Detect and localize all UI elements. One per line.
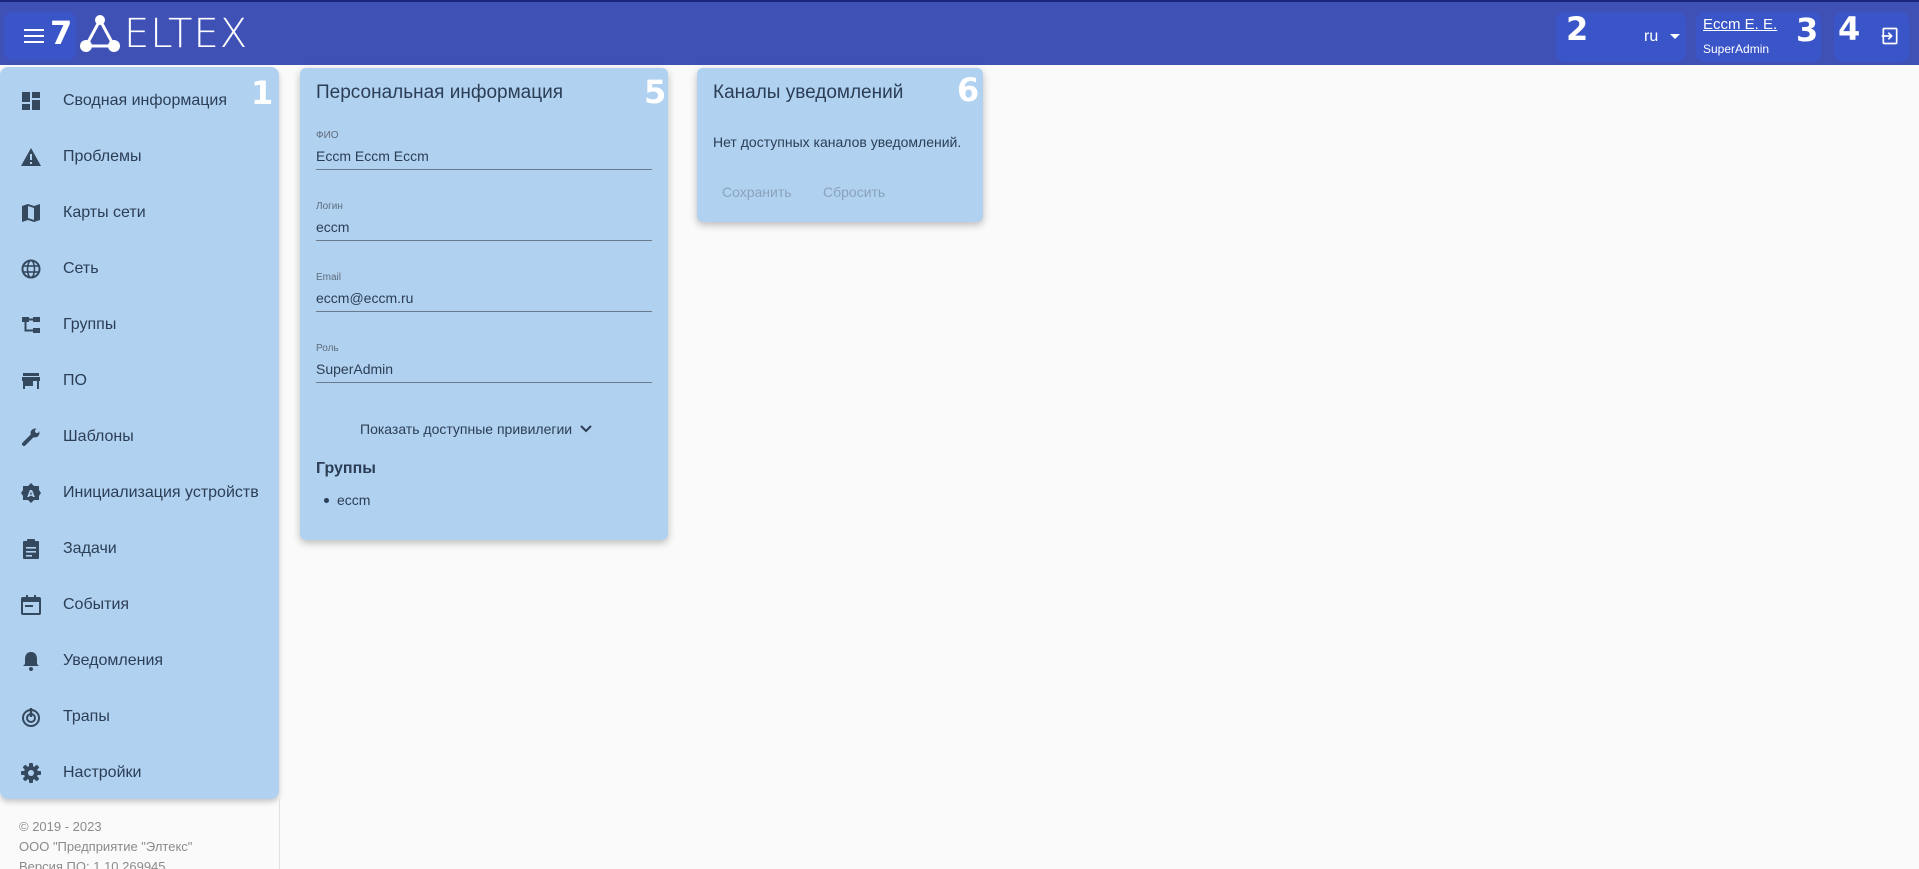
chevron-down-icon: [580, 425, 592, 433]
sidebar-item-label: Уведомления: [63, 652, 164, 669]
svg-text:A: A: [27, 489, 35, 500]
sidebar-item-label: Трапы: [63, 708, 110, 725]
show-privileges-button[interactable]: Показать доступные привилегии: [360, 421, 592, 437]
logout-icon: [1881, 27, 1898, 45]
warning-icon: [20, 146, 42, 168]
wrench-icon: [20, 426, 42, 448]
sidebar-item-label: Карты сети: [63, 204, 146, 221]
clipboard-icon: [20, 538, 42, 560]
sidebar-item-label: Проблемы: [63, 148, 142, 165]
logo-text: ELTEX: [124, 11, 249, 57]
reset-button[interactable]: Сбросить: [823, 184, 885, 200]
sidebar-item-dashboard[interactable]: Сводная информация: [0, 73, 279, 129]
role-field: SuperAdmin: [316, 361, 394, 377]
field-label-role: Роль: [316, 343, 339, 354]
sidebar-item-label: События: [63, 596, 130, 613]
bullet-icon: [324, 497, 329, 503]
hamburger-icon: [24, 29, 44, 43]
bell-icon: [20, 650, 42, 672]
annotation-badge-personal: 5: [644, 73, 667, 111]
fullname-field: Eccm Eccm Eccm: [316, 148, 429, 164]
sidebar: 1 Сводная информация Проблемы Карты сети…: [0, 67, 279, 799]
field-underline: [316, 382, 652, 383]
field-label-email: Email: [316, 272, 342, 283]
footer: © 2019 - 2023 ООО "Предприятие "Элтекс" …: [19, 817, 192, 869]
language-value: ru: [1644, 28, 1659, 45]
sidebar-item-problems[interactable]: Проблемы: [0, 129, 279, 185]
field-underline: [316, 169, 652, 170]
language-select[interactable]: 2 ru: [1556, 12, 1686, 62]
annotation-badge-logout: 4: [1838, 10, 1861, 48]
personal-info-title: Персональная информация: [316, 82, 564, 103]
notification-channels-title: Каналы уведомлений: [713, 82, 904, 103]
footer-copyright: © 2019 - 2023: [19, 819, 102, 834]
save-button[interactable]: Сохранить: [722, 184, 792, 200]
sidebar-item-label: Шаблоны: [63, 428, 134, 445]
sidebar-item-events[interactable]: События: [0, 577, 279, 633]
chevron-down-icon: [1670, 34, 1680, 39]
groups-heading: Группы: [316, 460, 376, 477]
annotation-badge-language: 2: [1566, 10, 1589, 48]
sidebar-item-label: Сеть: [63, 260, 99, 277]
footer-version: Версия ПО: 1.10.269945: [19, 859, 166, 869]
sidebar-item-settings[interactable]: Настройки: [0, 745, 279, 801]
sidebar-divider: [279, 799, 280, 869]
annotation-badge-user: 3: [1796, 11, 1819, 49]
list-item: eccm: [324, 492, 370, 508]
field-label-fullname: ФИО: [316, 130, 339, 141]
annotation-badge-menu: 7: [50, 14, 73, 52]
gear-icon: [20, 762, 42, 784]
login-field: eccm: [316, 219, 350, 235]
sidebar-item-label: Настройки: [63, 764, 142, 781]
logo-mark-icon: [80, 15, 120, 52]
user-profile-button[interactable]: Eccm E. E. SuperAdmin 3: [1696, 12, 1821, 62]
sidebar-item-label: Группы: [63, 316, 117, 333]
personal-info-card: Персональная информация 5 ФИО Eccm Eccm …: [300, 68, 668, 540]
group-name: eccm: [337, 492, 371, 508]
sidebar-item-label: ПО: [63, 372, 87, 389]
sidebar-item-notifications[interactable]: Уведомления: [0, 633, 279, 689]
notification-channels-card: Каналы уведомлений 6 Нет доступных канал…: [697, 68, 983, 222]
store-icon: [20, 370, 42, 392]
sidebar-item-label: Задачи: [63, 540, 117, 557]
field-underline: [316, 311, 652, 312]
field-underline: [316, 240, 652, 241]
logout-button[interactable]: 4: [1834, 12, 1909, 62]
email-field: eccm@eccm.ru: [316, 290, 414, 306]
footer-company: ООО "Предприятие "Элтекс": [19, 839, 193, 854]
calendar-icon: [20, 594, 42, 616]
eltex-logo: ELTEX: [78, 11, 249, 57]
sidebar-item-software[interactable]: ПО: [0, 353, 279, 409]
sidebar-item-network[interactable]: Сеть: [0, 241, 279, 297]
dashboard-icon: [20, 90, 42, 112]
power-icon: [20, 706, 42, 728]
device-init-icon: A: [20, 482, 42, 504]
sidebar-item-templates[interactable]: Шаблоны: [0, 409, 279, 465]
sidebar-item-label: Сводная информация: [63, 92, 227, 109]
hierarchy-icon: [20, 314, 42, 336]
show-privileges-label: Показать доступные привилегии: [360, 421, 573, 437]
sidebar-item-traps[interactable]: Трапы: [0, 689, 279, 745]
top-bar: 7 ELTEX 2 ru Eccm E. E. SuperAdmin 3 4: [0, 0, 1919, 65]
sidebar-item-groups[interactable]: Группы: [0, 297, 279, 353]
user-role: SuperAdmin: [1703, 42, 1770, 56]
sidebar-item-tasks[interactable]: Задачи: [0, 521, 279, 577]
globe-icon: [20, 258, 42, 280]
field-label-login: Логин: [316, 201, 343, 212]
empty-channels-message: Нет доступных каналов уведомлений.: [713, 134, 962, 150]
sidebar-item-network-maps[interactable]: Карты сети: [0, 185, 279, 241]
user-name-link[interactable]: Eccm E. E.: [1703, 16, 1777, 33]
map-icon: [20, 202, 42, 224]
sidebar-item-label: Инициализация устройств: [63, 484, 259, 501]
sidebar-item-device-init[interactable]: A Инициализация устройств: [0, 465, 279, 521]
annotation-badge-channels: 6: [957, 71, 980, 109]
